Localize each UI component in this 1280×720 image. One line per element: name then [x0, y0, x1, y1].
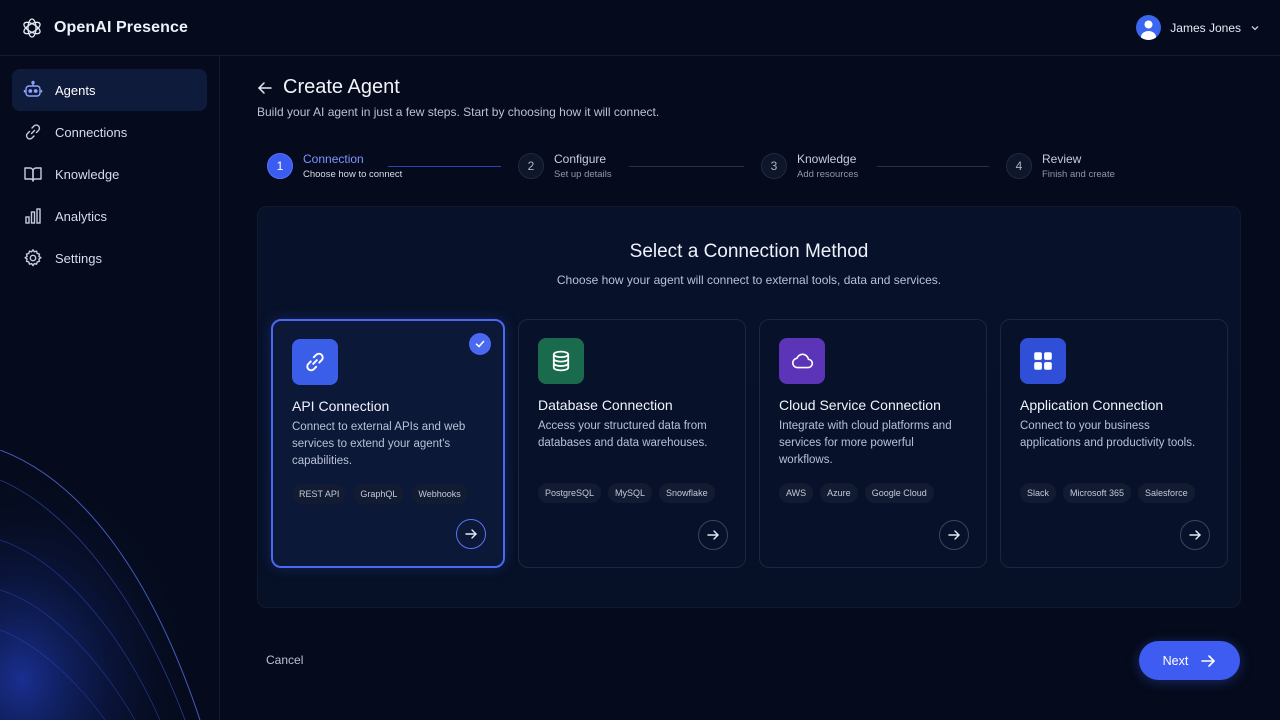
- step-number: 1: [267, 153, 293, 179]
- page-header: Create Agent Build your AI agent in just…: [257, 76, 659, 119]
- book-icon: [23, 164, 43, 184]
- next-button[interactable]: Next: [1139, 641, 1240, 680]
- step-subtitle: Finish and create: [1042, 169, 1115, 180]
- user-name: James Jones: [1170, 20, 1241, 35]
- card-application-connection[interactable]: Application Connection Connect to your b…: [1000, 319, 1228, 568]
- page-subtitle: Build your AI agent in just a few steps.…: [257, 105, 660, 119]
- panel-title: Select a Connection Method: [629, 241, 869, 262]
- sidebar-item-label: Analytics: [55, 208, 108, 224]
- tag-list: PostgreSQL MySQL Snowflake: [538, 483, 715, 503]
- link-icon: [292, 339, 338, 385]
- arrow-right-icon[interactable]: [456, 519, 486, 549]
- sidebar-item-settings[interactable]: Settings: [12, 237, 207, 279]
- brand[interactable]: OpenAI Presence: [20, 16, 188, 40]
- card-description: Integrate with cloud platforms and servi…: [779, 420, 952, 466]
- sidebar-item-agents[interactable]: Agents: [12, 69, 207, 111]
- sidebar-item-label: Agents: [55, 82, 96, 98]
- database-icon: [538, 338, 584, 384]
- tag: GraphQL: [353, 484, 405, 504]
- tag-list: Slack Microsoft 365 Salesforce: [1020, 483, 1195, 503]
- arrow-right-icon[interactable]: [939, 520, 969, 550]
- grid-icon: [1020, 338, 1066, 384]
- card-description: Connect to your business applications an…: [1020, 420, 1196, 449]
- main-content: Create Agent Build your AI agent in just…: [220, 56, 1280, 720]
- step-subtitle: Set up details: [554, 169, 612, 180]
- gear-icon: [23, 248, 43, 268]
- tag: AWS: [779, 483, 814, 503]
- card-title: API Connection: [292, 398, 390, 414]
- stepper: 1 Connection Choose how to connect 2 Con…: [267, 152, 1227, 192]
- step-title: Knowledge: [797, 152, 857, 166]
- sidebar-item-analytics[interactable]: Analytics: [12, 195, 207, 237]
- step-connection[interactable]: 1 Connection Choose how to connect: [267, 152, 402, 180]
- step-number: 3: [761, 153, 787, 179]
- sidebar-item-connections[interactable]: Connections: [12, 111, 207, 153]
- step-title: Review: [1042, 152, 1082, 166]
- link-icon: [23, 122, 43, 142]
- tag: Slack: [1020, 483, 1057, 503]
- back-arrow-icon[interactable]: [257, 80, 273, 96]
- step-title: Connection: [303, 152, 364, 166]
- sidebar-item-label: Settings: [55, 250, 102, 266]
- arrow-right-icon[interactable]: [698, 520, 728, 550]
- card-description: Connect to external APIs and web service…: [292, 421, 466, 467]
- tag: Microsoft 365: [1063, 483, 1132, 503]
- step-connector: [388, 166, 501, 167]
- step-title: Configure: [554, 152, 607, 166]
- openai-logo-icon: [20, 16, 44, 40]
- step-number: 2: [518, 153, 544, 179]
- top-bar: OpenAI Presence James Jones: [0, 0, 1280, 56]
- sidebar-item-label: Connections: [55, 124, 128, 140]
- tag-list: REST API GraphQL Webhooks: [292, 484, 468, 504]
- card-database-connection[interactable]: Database Connection Access your structur…: [518, 319, 746, 568]
- tag: PostgreSQL: [538, 483, 602, 503]
- step-connector: [629, 166, 744, 167]
- user-menu[interactable]: James Jones: [1136, 15, 1260, 40]
- tag: Salesforce: [1138, 483, 1195, 503]
- decorative-swirl: [0, 450, 219, 720]
- step-connector: [877, 166, 989, 167]
- card-title: Database Connection: [538, 397, 673, 413]
- tag: Google Cloud: [864, 483, 934, 503]
- step-number: 4: [1006, 153, 1032, 179]
- sidebar: Agents Connections Knowledge Analytics S…: [0, 56, 220, 720]
- avatar: [1136, 15, 1162, 40]
- tag: MySQL: [608, 483, 653, 503]
- step-configure[interactable]: 2 Configure Set up details: [518, 152, 612, 180]
- app-name: OpenAI Presence: [54, 18, 188, 36]
- tag: Snowflake: [659, 483, 715, 503]
- bar-chart-icon: [23, 206, 43, 226]
- tag-list: AWS Azure Google Cloud: [779, 483, 934, 503]
- page-title: Create Agent: [283, 76, 400, 98]
- sidebar-item-knowledge[interactable]: Knowledge: [12, 153, 207, 195]
- step-review[interactable]: 4 Review Finish and create: [1006, 152, 1115, 180]
- panel-subtitle: Choose how your agent will connect to ex…: [556, 273, 942, 287]
- step-subtitle: Add resources: [797, 169, 859, 180]
- card-cloud-service-connection[interactable]: Cloud Service Connection Integrate with …: [759, 319, 987, 568]
- card-title: Application Connection: [1020, 397, 1164, 413]
- step-subtitle: Choose how to connect: [303, 169, 403, 180]
- arrow-right-icon: [1200, 653, 1216, 669]
- arrow-right-icon[interactable]: [1180, 520, 1210, 550]
- tag: Webhooks: [411, 484, 468, 504]
- card-description: Access your structured data from databas…: [538, 420, 708, 449]
- cloud-icon: [779, 338, 825, 384]
- step-knowledge[interactable]: 3 Knowledge Add resources: [761, 152, 858, 180]
- chevron-down-icon: [1250, 23, 1260, 33]
- card-title: Cloud Service Connection: [779, 397, 941, 413]
- tag: Azure: [820, 483, 858, 503]
- cancel-button[interactable]: Cancel: [266, 653, 303, 667]
- robot-icon: [23, 80, 43, 100]
- tag: REST API: [292, 484, 347, 504]
- connection-method-panel: Select a Connection Method Choose how yo…: [257, 206, 1241, 608]
- next-button-label: Next: [1162, 653, 1189, 668]
- check-icon: [469, 333, 491, 355]
- card-api-connection[interactable]: API Connection Connect to external APIs …: [271, 319, 505, 568]
- sidebar-item-label: Knowledge: [55, 166, 120, 182]
